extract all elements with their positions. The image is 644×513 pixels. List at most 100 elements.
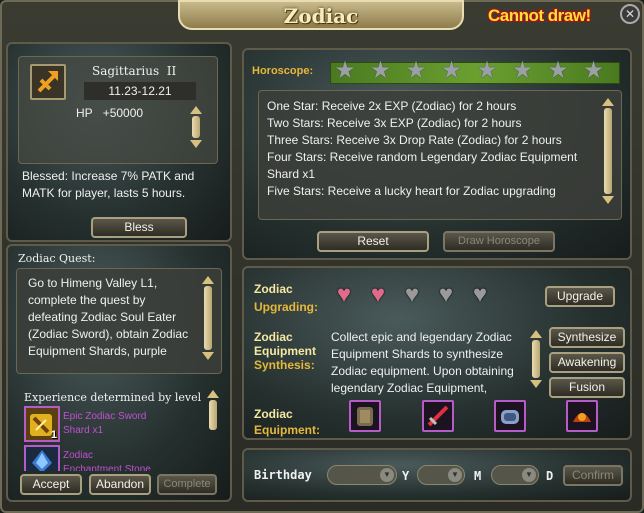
sagittarius-arrow-icon bbox=[30, 64, 66, 100]
synthesis-label-b: Equipment bbox=[254, 344, 316, 358]
sign-name-text: Sagittarius bbox=[92, 64, 160, 78]
equipment-label: Zodiac Equipment: bbox=[254, 407, 320, 437]
horoscope-stars: ★ ★ ★ ★ ★ ★ ★ ★ bbox=[330, 58, 620, 86]
horoscope-scrollbar[interactable] bbox=[602, 98, 614, 210]
star-icon: ★ bbox=[440, 57, 463, 84]
reward-name-line: Epic Zodiac Sword bbox=[63, 411, 147, 422]
upgrade-button[interactable]: Upgrade bbox=[545, 286, 615, 307]
horoscope-label: Horoscope: bbox=[252, 65, 314, 77]
scroll-thumb[interactable] bbox=[204, 286, 212, 350]
scroll-down-icon[interactable] bbox=[190, 140, 202, 148]
reset-button[interactable]: Reset bbox=[317, 231, 429, 252]
hp-label: HP bbox=[76, 106, 93, 120]
synthesis-label: Zodiac Equipment Synthesis: bbox=[254, 330, 316, 372]
sign-name: Sagittarius II bbox=[92, 64, 176, 78]
star-icon: ★ bbox=[476, 57, 498, 84]
close-icon[interactable]: ✕ bbox=[620, 4, 640, 24]
scroll-up-icon[interactable] bbox=[530, 330, 542, 338]
exp-label: Experience determined by level bbox=[24, 391, 202, 404]
quest-scrollbar[interactable] bbox=[202, 276, 214, 370]
sword-icon[interactable] bbox=[422, 400, 454, 432]
reward-name-line: Shard x1 bbox=[63, 425, 104, 436]
quest-title: Zodiac Quest: bbox=[18, 252, 96, 265]
star-icon: ★ bbox=[405, 57, 427, 84]
fusion-button[interactable]: Fusion bbox=[549, 377, 625, 398]
scroll-down-icon[interactable] bbox=[602, 196, 614, 204]
birthday-year-select[interactable]: ▼ bbox=[327, 465, 397, 485]
heart-icon: ♥ bbox=[472, 281, 488, 308]
star-icon: ★ bbox=[511, 57, 534, 84]
upgrade-hearts: ♥ ♥ ♥ ♥ ♥ bbox=[330, 282, 510, 310]
horoscope-line: Five Stars: Receive a lucky heart for Zo… bbox=[267, 184, 556, 198]
heart-icon: ♥ bbox=[370, 281, 386, 308]
equipment-label-a: Zodiac bbox=[254, 407, 293, 421]
synthesis-text: Collect epic and legendary Zodiac Equipm… bbox=[331, 330, 514, 395]
cannot-draw-warning: Cannot draw! bbox=[488, 6, 591, 25]
synthesis-label-a: Zodiac bbox=[254, 330, 293, 344]
upgrading-label: Zodiac Upgrading: bbox=[254, 282, 318, 314]
scroll-thumb[interactable] bbox=[209, 400, 217, 430]
scroll-down-icon[interactable] bbox=[530, 380, 542, 388]
synthesis-label-c: Synthesis: bbox=[254, 358, 315, 372]
synthesis-scrollbar[interactable] bbox=[530, 330, 542, 392]
armor-icon[interactable] bbox=[349, 400, 381, 432]
reward-item-1[interactable]: 1 bbox=[24, 406, 60, 442]
scroll-thumb[interactable] bbox=[604, 108, 612, 194]
sign-dates: 11.23-12.21 bbox=[84, 82, 196, 100]
horoscope-line: Four Stars: Receive random Legendary Zod… bbox=[267, 150, 578, 181]
reward-name-2: Zodiac Enchantment Stone bbox=[63, 449, 213, 471]
bracer-icon[interactable] bbox=[494, 400, 526, 432]
chevron-down-icon[interactable]: ▼ bbox=[448, 468, 462, 482]
birthday-label: Birthday bbox=[254, 468, 312, 482]
title-bar: Zodiac bbox=[178, 0, 464, 30]
reward-name-1: Epic Zodiac Sword Shard x1 bbox=[63, 410, 146, 438]
abandon-button[interactable]: Abandon bbox=[89, 474, 151, 495]
reward-item-2[interactable] bbox=[24, 445, 60, 471]
equipment-label-b: Equipment: bbox=[254, 423, 320, 437]
horoscope-text: One Star: Receive 2x EXP (Zodiac) for 2 … bbox=[267, 98, 597, 200]
accept-button[interactable]: Accept bbox=[20, 474, 82, 495]
enchantment-stone-icon bbox=[32, 450, 52, 471]
reward-scrollbar[interactable] bbox=[207, 390, 219, 470]
scroll-up-icon[interactable] bbox=[190, 106, 202, 114]
blessed-text: Blessed: Increase 7% PATK and MATK for p… bbox=[22, 169, 195, 200]
scroll-thumb[interactable] bbox=[532, 340, 540, 378]
month-label: M bbox=[474, 469, 482, 483]
helmet-icon[interactable] bbox=[566, 400, 598, 432]
scroll-up-icon[interactable] bbox=[602, 98, 614, 106]
scroll-up-icon[interactable] bbox=[207, 390, 219, 398]
horoscope-line: Three Stars: Receive 3x Drop Rate (Zodia… bbox=[267, 133, 562, 147]
confirm-button[interactable]: Confirm bbox=[563, 465, 623, 486]
reward-name-line: Zodiac bbox=[63, 450, 94, 461]
upgrading-label-b: Upgrading: bbox=[254, 300, 318, 314]
upgrading-label-a: Zodiac bbox=[254, 282, 293, 296]
awakening-button[interactable]: Awakening bbox=[549, 352, 625, 373]
quest-text: Go to Himeng Valley L1, complete the que… bbox=[28, 276, 189, 358]
birthday-day-select[interactable]: ▼ bbox=[491, 465, 539, 485]
complete-button[interactable]: Complete bbox=[157, 474, 217, 495]
year-label: Y bbox=[402, 469, 410, 483]
star-icon: ★ bbox=[582, 57, 605, 84]
reward-name-line: Enchantment Stone bbox=[63, 464, 151, 471]
synthesize-button[interactable]: Synthesize bbox=[549, 327, 625, 348]
day-label: D bbox=[546, 469, 554, 483]
scroll-down-icon[interactable] bbox=[202, 352, 214, 360]
chevron-down-icon[interactable]: ▼ bbox=[380, 468, 394, 482]
star-icon: ★ bbox=[334, 57, 356, 84]
chevron-down-icon[interactable]: ▼ bbox=[522, 468, 536, 482]
star-icon: ★ bbox=[369, 57, 392, 84]
scroll-up-icon[interactable] bbox=[202, 276, 214, 284]
hp-stat: HP +50000 bbox=[76, 106, 143, 120]
heart-icon: ♥ bbox=[336, 281, 352, 308]
heart-icon: ♥ bbox=[438, 281, 454, 308]
birthday-month-select[interactable]: ▼ bbox=[417, 465, 465, 485]
sign-scrollbar[interactable] bbox=[190, 106, 202, 154]
scroll-thumb[interactable] bbox=[192, 116, 200, 138]
heart-icon: ♥ bbox=[404, 281, 420, 308]
hp-value: +50000 bbox=[102, 106, 144, 120]
star-icon: ★ bbox=[547, 57, 569, 84]
draw-horoscope-button[interactable]: Draw Horoscope bbox=[443, 231, 555, 252]
window-title: Zodiac bbox=[283, 4, 359, 28]
bless-button[interactable]: Bless bbox=[91, 217, 187, 238]
sign-rank: II bbox=[166, 64, 177, 78]
